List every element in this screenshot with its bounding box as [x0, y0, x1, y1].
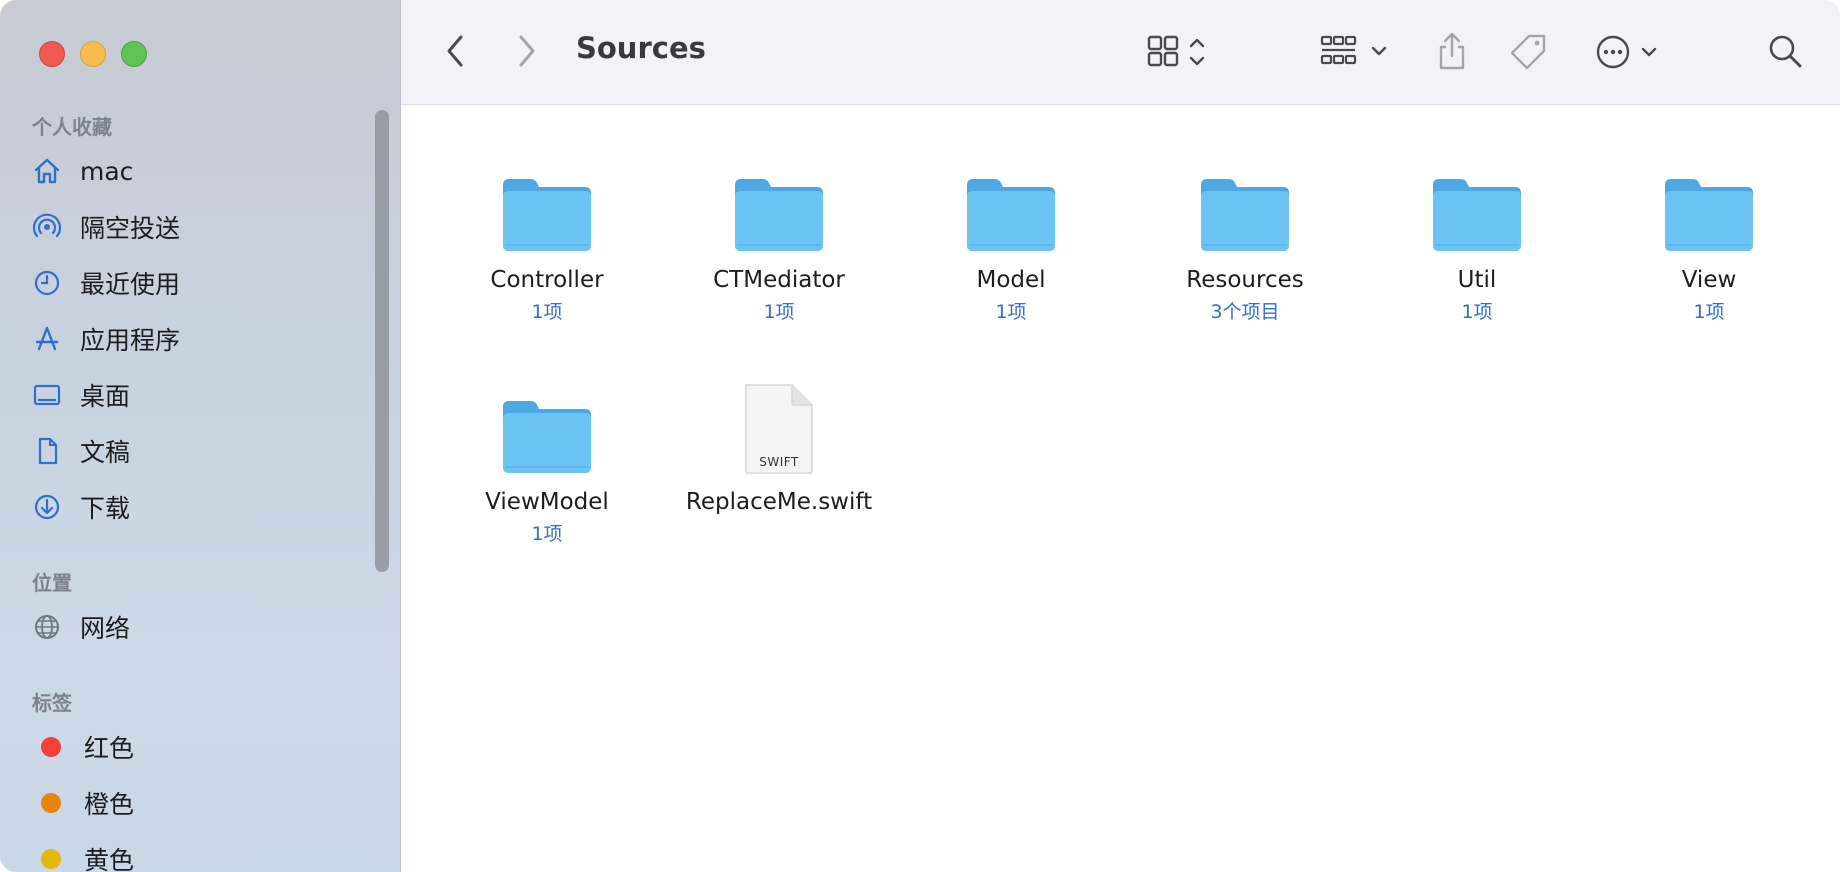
- file-type-badge: SWIFT: [759, 455, 799, 469]
- folder-icon: [1135, 153, 1355, 253]
- folder-item[interactable]: Resources 3个项目: [1135, 153, 1355, 324]
- orange-tag-dot-icon: [41, 793, 61, 813]
- folder-item[interactable]: Controller 1项: [437, 153, 657, 324]
- sidebar-item-documents[interactable]: 文稿: [32, 430, 130, 472]
- item-name: Util: [1457, 267, 1497, 293]
- folder-icon: [901, 153, 1121, 253]
- search-button[interactable]: [1766, 30, 1806, 74]
- item-name: Model: [976, 267, 1046, 293]
- item-name: Controller: [490, 267, 604, 293]
- sidebar-item-label: 文稿: [80, 438, 131, 467]
- group-icon: [1320, 32, 1392, 72]
- network-globe-icon: [32, 612, 62, 642]
- document-icon: [32, 436, 62, 466]
- forward-button[interactable]: [511, 30, 543, 72]
- zoom-window-button[interactable]: [121, 41, 147, 67]
- sidebar-section-locations-title: 位置: [32, 571, 72, 595]
- clock-icon: [32, 268, 62, 298]
- airdrop-icon: [32, 212, 62, 242]
- minimize-window-button[interactable]: [80, 41, 106, 67]
- share-button[interactable]: [1434, 28, 1470, 74]
- group-by-button[interactable]: [1320, 30, 1392, 74]
- sidebar-item-label: 桌面: [80, 382, 131, 411]
- item-count: 3个项目: [1210, 301, 1280, 323]
- sidebar-item-home[interactable]: mac: [32, 150, 133, 192]
- view-mode-button[interactable]: [1145, 30, 1215, 74]
- folder-item[interactable]: Util 1项: [1367, 153, 1587, 324]
- sidebar-item-label: 红色: [84, 734, 135, 763]
- folder-item[interactable]: CTMediator 1项: [669, 153, 889, 324]
- folder-item[interactable]: Model 1项: [901, 153, 1121, 324]
- item-count: 1项: [995, 301, 1027, 323]
- folder-icon: [669, 153, 889, 253]
- folder-icon: [1367, 153, 1587, 253]
- sidebar-item-label: 应用程序: [80, 326, 181, 355]
- sidebar-item-airdrop[interactable]: 隔空投送: [32, 206, 180, 248]
- sidebar-item-applications[interactable]: 应用程序: [32, 318, 180, 360]
- item-count: 1项: [1461, 301, 1493, 323]
- back-icon: [444, 33, 466, 69]
- item-count: 1项: [531, 523, 563, 545]
- download-icon: [32, 492, 62, 522]
- sidebar-item-label: 橙色: [84, 790, 135, 819]
- folder-item[interactable]: View 1项: [1599, 153, 1819, 324]
- item-count: 1项: [531, 301, 563, 323]
- desktop-icon: [32, 380, 62, 410]
- item-count: 1项: [1693, 301, 1725, 323]
- tag-icon: [1507, 31, 1549, 73]
- share-icon: [1435, 30, 1469, 72]
- sidebar-item-tag-orange[interactable]: 橙色: [32, 782, 134, 824]
- item-name: Resources: [1186, 267, 1304, 293]
- sidebar-scrollbar[interactable]: [375, 110, 389, 572]
- window-title: Sources: [576, 31, 706, 65]
- sidebar-item-label: mac: [80, 156, 134, 186]
- sidebar-item-label: 最近使用: [80, 270, 181, 299]
- file-item[interactable]: SWIFT ReplaceMe.swift: [669, 375, 889, 515]
- more-actions-button[interactable]: [1594, 30, 1664, 74]
- finder-window: 个人收藏 mac 隔空投送 最近使用 应用程序 桌面 文稿 下载 位置 网络 标…: [0, 0, 1840, 872]
- item-name: ReplaceMe.swift: [685, 489, 873, 515]
- sidebar-item-label: 下载: [80, 494, 131, 523]
- folder-item[interactable]: ViewModel 1项: [437, 375, 657, 546]
- sidebar-item-recents[interactable]: 最近使用: [32, 262, 180, 304]
- sidebar: 个人收藏 mac 隔空投送 最近使用 应用程序 桌面 文稿 下载 位置 网络 标…: [0, 0, 401, 872]
- yellow-tag-dot-icon: [41, 849, 61, 869]
- applications-icon: [32, 324, 62, 354]
- item-name: ViewModel: [485, 489, 609, 515]
- folder-icon: [1599, 153, 1819, 253]
- grid-view-icon: [1145, 32, 1215, 72]
- tag-button[interactable]: [1507, 30, 1549, 74]
- folder-icon: [437, 375, 657, 475]
- sidebar-item-downloads[interactable]: 下载: [32, 486, 130, 528]
- sidebar-item-tag-red[interactable]: 红色: [32, 726, 134, 768]
- sidebar-section-tags-title: 标签: [32, 691, 72, 715]
- sidebar-item-label: 隔空投送: [80, 214, 181, 243]
- folder-icon: [437, 153, 657, 253]
- more-icon: [1594, 32, 1664, 72]
- sidebar-item-tag-yellow[interactable]: 黄色: [32, 838, 134, 872]
- search-icon: [1767, 33, 1805, 71]
- toolbar: Sources: [401, 0, 1840, 105]
- sidebar-item-label: 黄色: [84, 846, 135, 872]
- back-button[interactable]: [439, 30, 471, 72]
- sidebar-item-label: 网络: [80, 614, 131, 643]
- item-name: View: [1681, 267, 1737, 293]
- sidebar-item-network[interactable]: 网络: [32, 606, 130, 648]
- forward-icon: [516, 33, 538, 69]
- swift-file-icon: SWIFT: [669, 375, 889, 475]
- red-tag-dot-icon: [41, 737, 61, 757]
- sidebar-section-favorites-title: 个人收藏: [32, 115, 112, 139]
- file-browser-grid: Controller 1项 CTMediator 1项 Model 1项 Resources…: [401, 105, 1840, 872]
- item-count: 1项: [763, 301, 795, 323]
- close-window-button[interactable]: [39, 41, 65, 67]
- sidebar-item-desktop[interactable]: 桌面: [32, 374, 130, 416]
- home-icon: [32, 156, 62, 186]
- item-name: CTMediator: [713, 267, 845, 293]
